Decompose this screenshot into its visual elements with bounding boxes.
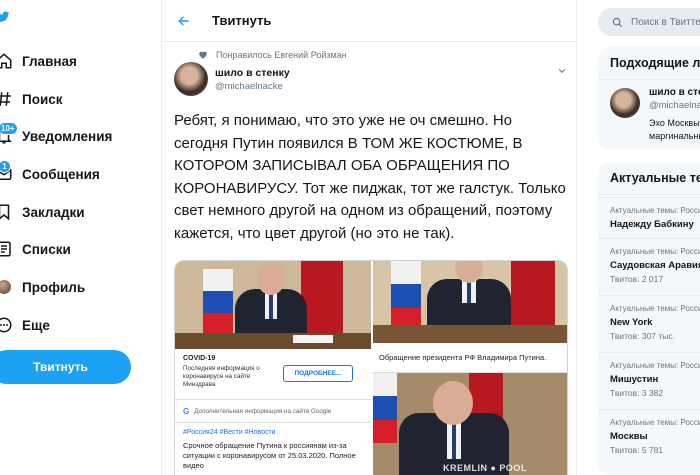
trend-count: Твитов: 5 781	[610, 445, 664, 455]
video-hashtags: #Россия24 #Вести #Новости	[183, 429, 276, 436]
nav-profile-label: Профиль	[22, 279, 86, 295]
nav-bookmarks[interactable]: Закладки	[0, 197, 85, 227]
kremlin-frame: KREMLIN ● POOL	[373, 373, 567, 475]
nav-more[interactable]: Еще	[0, 310, 50, 340]
trend-name: Москвы	[610, 431, 648, 442]
google-info-text: Дополнительная информация на сайте Googl…	[194, 407, 332, 415]
trend-category: Актуальные темы: Россия	[610, 418, 700, 427]
main-header: Твитнуть	[162, 0, 576, 42]
media-image-1[interactable]: COVID-19 Последняя информация о коронави…	[175, 261, 371, 475]
more-icon	[0, 315, 14, 335]
related-title: Подходящие люди	[598, 47, 700, 80]
main-column: Твитнуть Понравилось Евгений Ройзман шил…	[161, 0, 577, 475]
media-image-2[interactable]: Обращение президента РФ Владимира Путина…	[373, 261, 567, 475]
nav-lists-label: Списки	[22, 241, 71, 257]
video-frame	[175, 261, 371, 349]
tweet-button[interactable]: Твитнуть	[0, 350, 131, 384]
youtube-info-card: COVID-19 Последняя информация о коронави…	[175, 349, 371, 475]
trends-title: Актуальные темы	[598, 162, 700, 195]
author-name[interactable]: шило в стенку	[215, 67, 290, 79]
nav-messages-label: Сообщения	[22, 166, 100, 182]
trend-name: Саудовская Аравия	[610, 260, 700, 271]
trend-count: Твитов: 2 017	[610, 274, 664, 284]
trend-category: Актуальные темы: Россия	[610, 247, 700, 256]
trend-count: Твитов: 3 382	[610, 388, 664, 398]
page-title: Твитнуть	[212, 13, 272, 28]
bookmark-icon	[0, 202, 14, 222]
trend-name: Надежду Бабкину	[610, 219, 694, 230]
nav-notifications-label: Уведомления	[22, 128, 113, 144]
nav-profile[interactable]: Профиль	[0, 272, 85, 302]
home-icon	[0, 51, 14, 71]
bell-icon: 10+	[0, 122, 18, 146]
trend-name: New York	[610, 317, 653, 328]
covid-text: Последняя информация о коронавирусе на с…	[183, 365, 260, 388]
notifications-badge: 10+	[0, 122, 18, 135]
search-input[interactable]: Поиск в Твиттер	[631, 17, 700, 28]
twitter-logo-icon[interactable]	[0, 10, 10, 24]
hashtag-icon	[0, 89, 14, 109]
trend-category: Актуальные темы: Россия	[610, 206, 700, 215]
nav-messages[interactable]: 1 Сообщения	[0, 159, 100, 189]
avatar	[0, 280, 11, 294]
liked-by-line[interactable]: Понравилось Евгений Ройзман	[198, 50, 347, 60]
author-handle[interactable]: @michaelnacke	[215, 81, 283, 92]
trend-item[interactable]: Актуальные темы: Россия Мишустин Твитов:…	[598, 352, 700, 409]
trend-name: Мишустин	[610, 374, 659, 385]
search-box[interactable]: Поиск в Твиттер	[598, 8, 700, 36]
google-info-row: G Дополнительная информация на сайте Goo…	[175, 399, 371, 423]
right-sidebar: Поиск в Твиттер Подходящие люди шило в с…	[587, 0, 700, 475]
nav-more-label: Еще	[22, 317, 50, 333]
chevron-down-icon[interactable]	[557, 66, 567, 76]
nav-home-label: Главная	[22, 53, 77, 69]
kremlin-pool-watermark: KREMLIN ● POOL	[443, 463, 527, 473]
trend-category: Актуальные темы: Россия	[610, 304, 700, 313]
author-avatar[interactable]	[174, 62, 208, 96]
related-handle[interactable]: @michaelnacke	[649, 100, 700, 111]
nav-notifications[interactable]: 10+ Уведомления	[0, 121, 112, 151]
search-icon	[612, 17, 623, 27]
trend-count: Твитов: 307 тыс.	[610, 331, 676, 341]
related-bio: Эхо Москвы. маргинальный	[649, 117, 700, 143]
tweet-media[interactable]: COVID-19 Последняя информация о коронави…	[174, 260, 568, 475]
related-people-box: Подходящие люди шило в стенку @michaelna…	[598, 47, 700, 150]
nav-lists[interactable]: Списки	[0, 234, 71, 264]
video-title: Срочное обращение Путина к россиянам из-…	[183, 441, 356, 470]
nav-search[interactable]: Поиск	[0, 84, 63, 114]
address-frame	[373, 261, 567, 343]
covid-title: COVID-19	[183, 355, 216, 362]
trend-category: Актуальные темы: Россия	[610, 361, 700, 370]
nav-bookmarks-label: Закладки	[22, 204, 85, 220]
image-caption: Обращение президента РФ Владимира Путина…	[373, 343, 567, 380]
related-avatar[interactable]	[610, 88, 640, 118]
related-bio-line: маргинальный	[649, 131, 700, 141]
tweet-text: Ребят, я понимаю, что это уже не оч смеш…	[174, 112, 566, 242]
trends-box: Актуальные темы Актуальные темы: Россия …	[598, 162, 700, 475]
trend-item[interactable]: Актуальные темы: Россия Москвы Твитов: 5…	[598, 409, 700, 466]
trend-item[interactable]: Актуальные темы: Россия New York Твитов:…	[598, 295, 700, 352]
nav-home[interactable]: Главная	[0, 46, 77, 76]
nav-search-label: Поиск	[22, 91, 63, 107]
trend-item[interactable]: Актуальные темы: Россия Саудовская Арави…	[598, 238, 700, 295]
back-arrow-icon[interactable]	[176, 13, 192, 29]
more-info-button: ПОДРОБНЕЕ...	[283, 365, 353, 382]
liked-by-text: Понравилось Евгений Ройзман	[216, 50, 347, 60]
related-bio-line: Эхо Москвы.	[649, 118, 700, 128]
related-name[interactable]: шило в стенку	[649, 87, 700, 98]
list-icon	[0, 239, 14, 259]
mail-icon: 1	[0, 160, 14, 184]
heart-icon	[199, 51, 207, 59]
google-icon: G	[183, 406, 190, 416]
left-sidebar: Главная Поиск 10+ Уведомления 1 Сообщени…	[0, 0, 160, 475]
